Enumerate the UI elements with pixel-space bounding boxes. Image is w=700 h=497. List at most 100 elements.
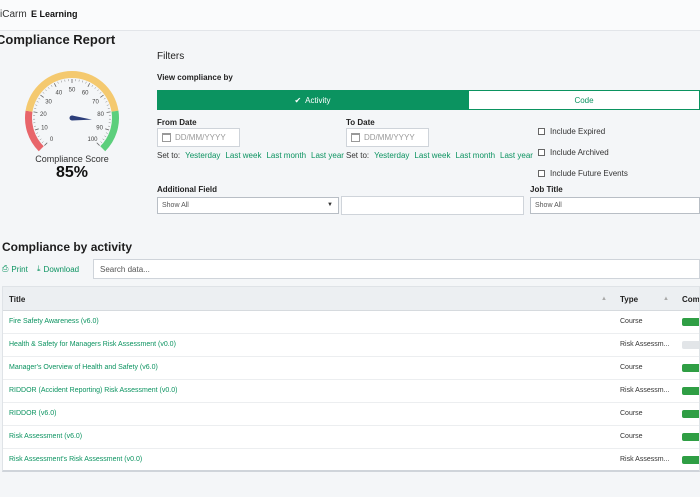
filters-title: Filters [157,51,185,62]
search-placeholder: Search data... [100,264,150,274]
additional-field-value-input[interactable] [341,196,524,215]
table-row: Manager's Overview of Health and Safety … [3,357,699,380]
set-to-label: Set to: [157,151,181,160]
table-row: RIDDOR (v6.0) Course [3,403,699,426]
activity-title-link[interactable]: Risk Assessment (v6.0) [9,433,82,440]
to-last-week-link[interactable]: Last week [414,151,450,160]
gauge-tick [35,104,38,106]
compliance-bar [682,387,699,395]
from-date-label: From Date [157,118,197,127]
include-options: Include Expired Include Archived Include… [538,121,628,184]
section-title: Compliance by activity [2,240,133,254]
print-label: Print [11,264,28,274]
gauge-tick [39,138,42,141]
to-date-label: To Date [346,118,375,127]
gauge-tick [102,138,105,141]
gauge-tick-label: 0 [50,137,54,143]
activity-title-link[interactable]: Health & Safety for Managers Risk Assess… [9,341,176,348]
to-last-year-link[interactable]: Last year [500,151,533,160]
job-title-value: Show All [535,202,562,209]
score-value: 85% [55,164,89,181]
additional-field-value: Show All [162,202,189,209]
brand-subtitle: E Learning [31,9,78,19]
to-yesterday-link[interactable]: Yesterday [374,151,409,160]
from-date-input[interactable]: DD/MM/YYYY [157,128,240,147]
activity-title-link[interactable]: Manager's Overview of Health and Safety … [9,364,158,371]
gauge-tick [60,80,62,83]
gauge-tick [100,141,103,144]
gauge-tick [105,132,108,134]
gauge-tick [82,80,84,83]
sort-icon[interactable]: ▲ [601,296,607,302]
to-date-input[interactable]: DD/MM/YYYY [346,128,429,147]
include-future-events-label: Include Future Events [550,169,628,178]
brand-logo[interactable]: iCarm [0,9,27,20]
page-title: Compliance Report [0,32,116,47]
from-last-year-link[interactable]: Last year [311,151,344,160]
calendar-icon [351,133,360,142]
search-input[interactable]: Search data... [93,259,700,279]
from-last-week-link[interactable]: Last week [225,151,261,160]
gauge-tick [94,87,97,89]
include-expired-label: Include Expired [550,127,606,136]
activity-type: Risk Assessm... [620,341,670,348]
compliance-bar [682,433,699,441]
include-archived-checkbox[interactable]: Include Archived [538,142,628,163]
sort-icon[interactable]: ▲ [663,296,669,302]
compliance-gauge: 010 20 3040 50 6070 80 90 100 [25,71,119,152]
gauge-tick [100,94,104,98]
gauge-tick [37,135,40,137]
from-last-month-link[interactable]: Last month [266,151,306,160]
from-date-shortcuts: Set to: Yesterday Last week Last month L… [157,151,344,160]
include-future-events-checkbox[interactable]: Include Future Events [538,163,628,184]
printer-icon: ⎙ [2,264,9,273]
activity-title-link[interactable]: Risk Assessment's Risk Assessment (v0.0) [9,456,142,463]
gauge-tick [106,104,109,106]
gauge-tick [105,128,110,131]
gauge-tick [40,94,44,98]
job-title-select[interactable]: Show All [530,197,700,214]
compliance-bar [682,364,699,372]
activity-title-link[interactable]: RIDDOR (v6.0) [9,410,56,417]
column-header-compliance[interactable]: Comp [682,295,699,304]
gauge-tick-label: 90 [96,125,103,131]
toggle-activity[interactable]: ✔ Activity [157,90,468,110]
gauge-tick [41,141,44,144]
gauge-tick [87,83,91,87]
toggle-code[interactable]: Code [468,90,700,110]
compliance-bar [682,341,699,349]
checkbox-box[interactable] [538,128,545,135]
table-row: RIDDOR (Accident Reporting) Risk Assessm… [3,380,699,403]
to-date-placeholder: DD/MM/YYYY [364,133,415,142]
gauge-tick [106,111,111,113]
print-button[interactable]: ⎙ Print [2,264,28,274]
activity-type: Course [620,410,643,417]
activity-type: Course [620,433,643,440]
from-yesterday-link[interactable]: Yesterday [185,151,220,160]
column-header-title[interactable]: Title [9,295,25,304]
gauge-tick-label: 50 [69,88,76,94]
gauge-tick-label: 60 [82,91,89,97]
checkbox-box[interactable] [538,149,545,156]
activity-title-link[interactable]: Fire Safety Awareness (v6.0) [9,318,99,325]
toggle-code-label: Code [574,95,594,105]
gauge-tick [96,142,100,146]
gauge-tick-label: 30 [45,99,52,105]
gauge-tick-label: 100 [87,137,98,143]
from-date-placeholder: DD/MM/YYYY [175,133,226,142]
gauge-tick [91,84,94,87]
additional-field-label: Additional Field [157,185,217,194]
additional-field-select[interactable]: Show All ▼ [157,197,339,214]
gauge-tick [103,97,106,100]
view-by-toggle: ✔ Activity Code [157,90,700,110]
to-last-month-link[interactable]: Last month [455,151,495,160]
column-header-type[interactable]: Type [620,295,638,304]
table-row: Fire Safety Awareness (v6.0) Course [3,311,699,334]
gauge-tick-label: 20 [40,112,47,118]
include-expired-checkbox[interactable]: Include Expired [538,121,628,142]
checkbox-box[interactable] [538,170,545,177]
download-button[interactable]: ⤓ Download [37,264,79,274]
gauge-tick [38,97,41,100]
gauge-tick [57,81,59,84]
activity-title-link[interactable]: RIDDOR (Accident Reporting) Risk Assessm… [9,387,177,394]
